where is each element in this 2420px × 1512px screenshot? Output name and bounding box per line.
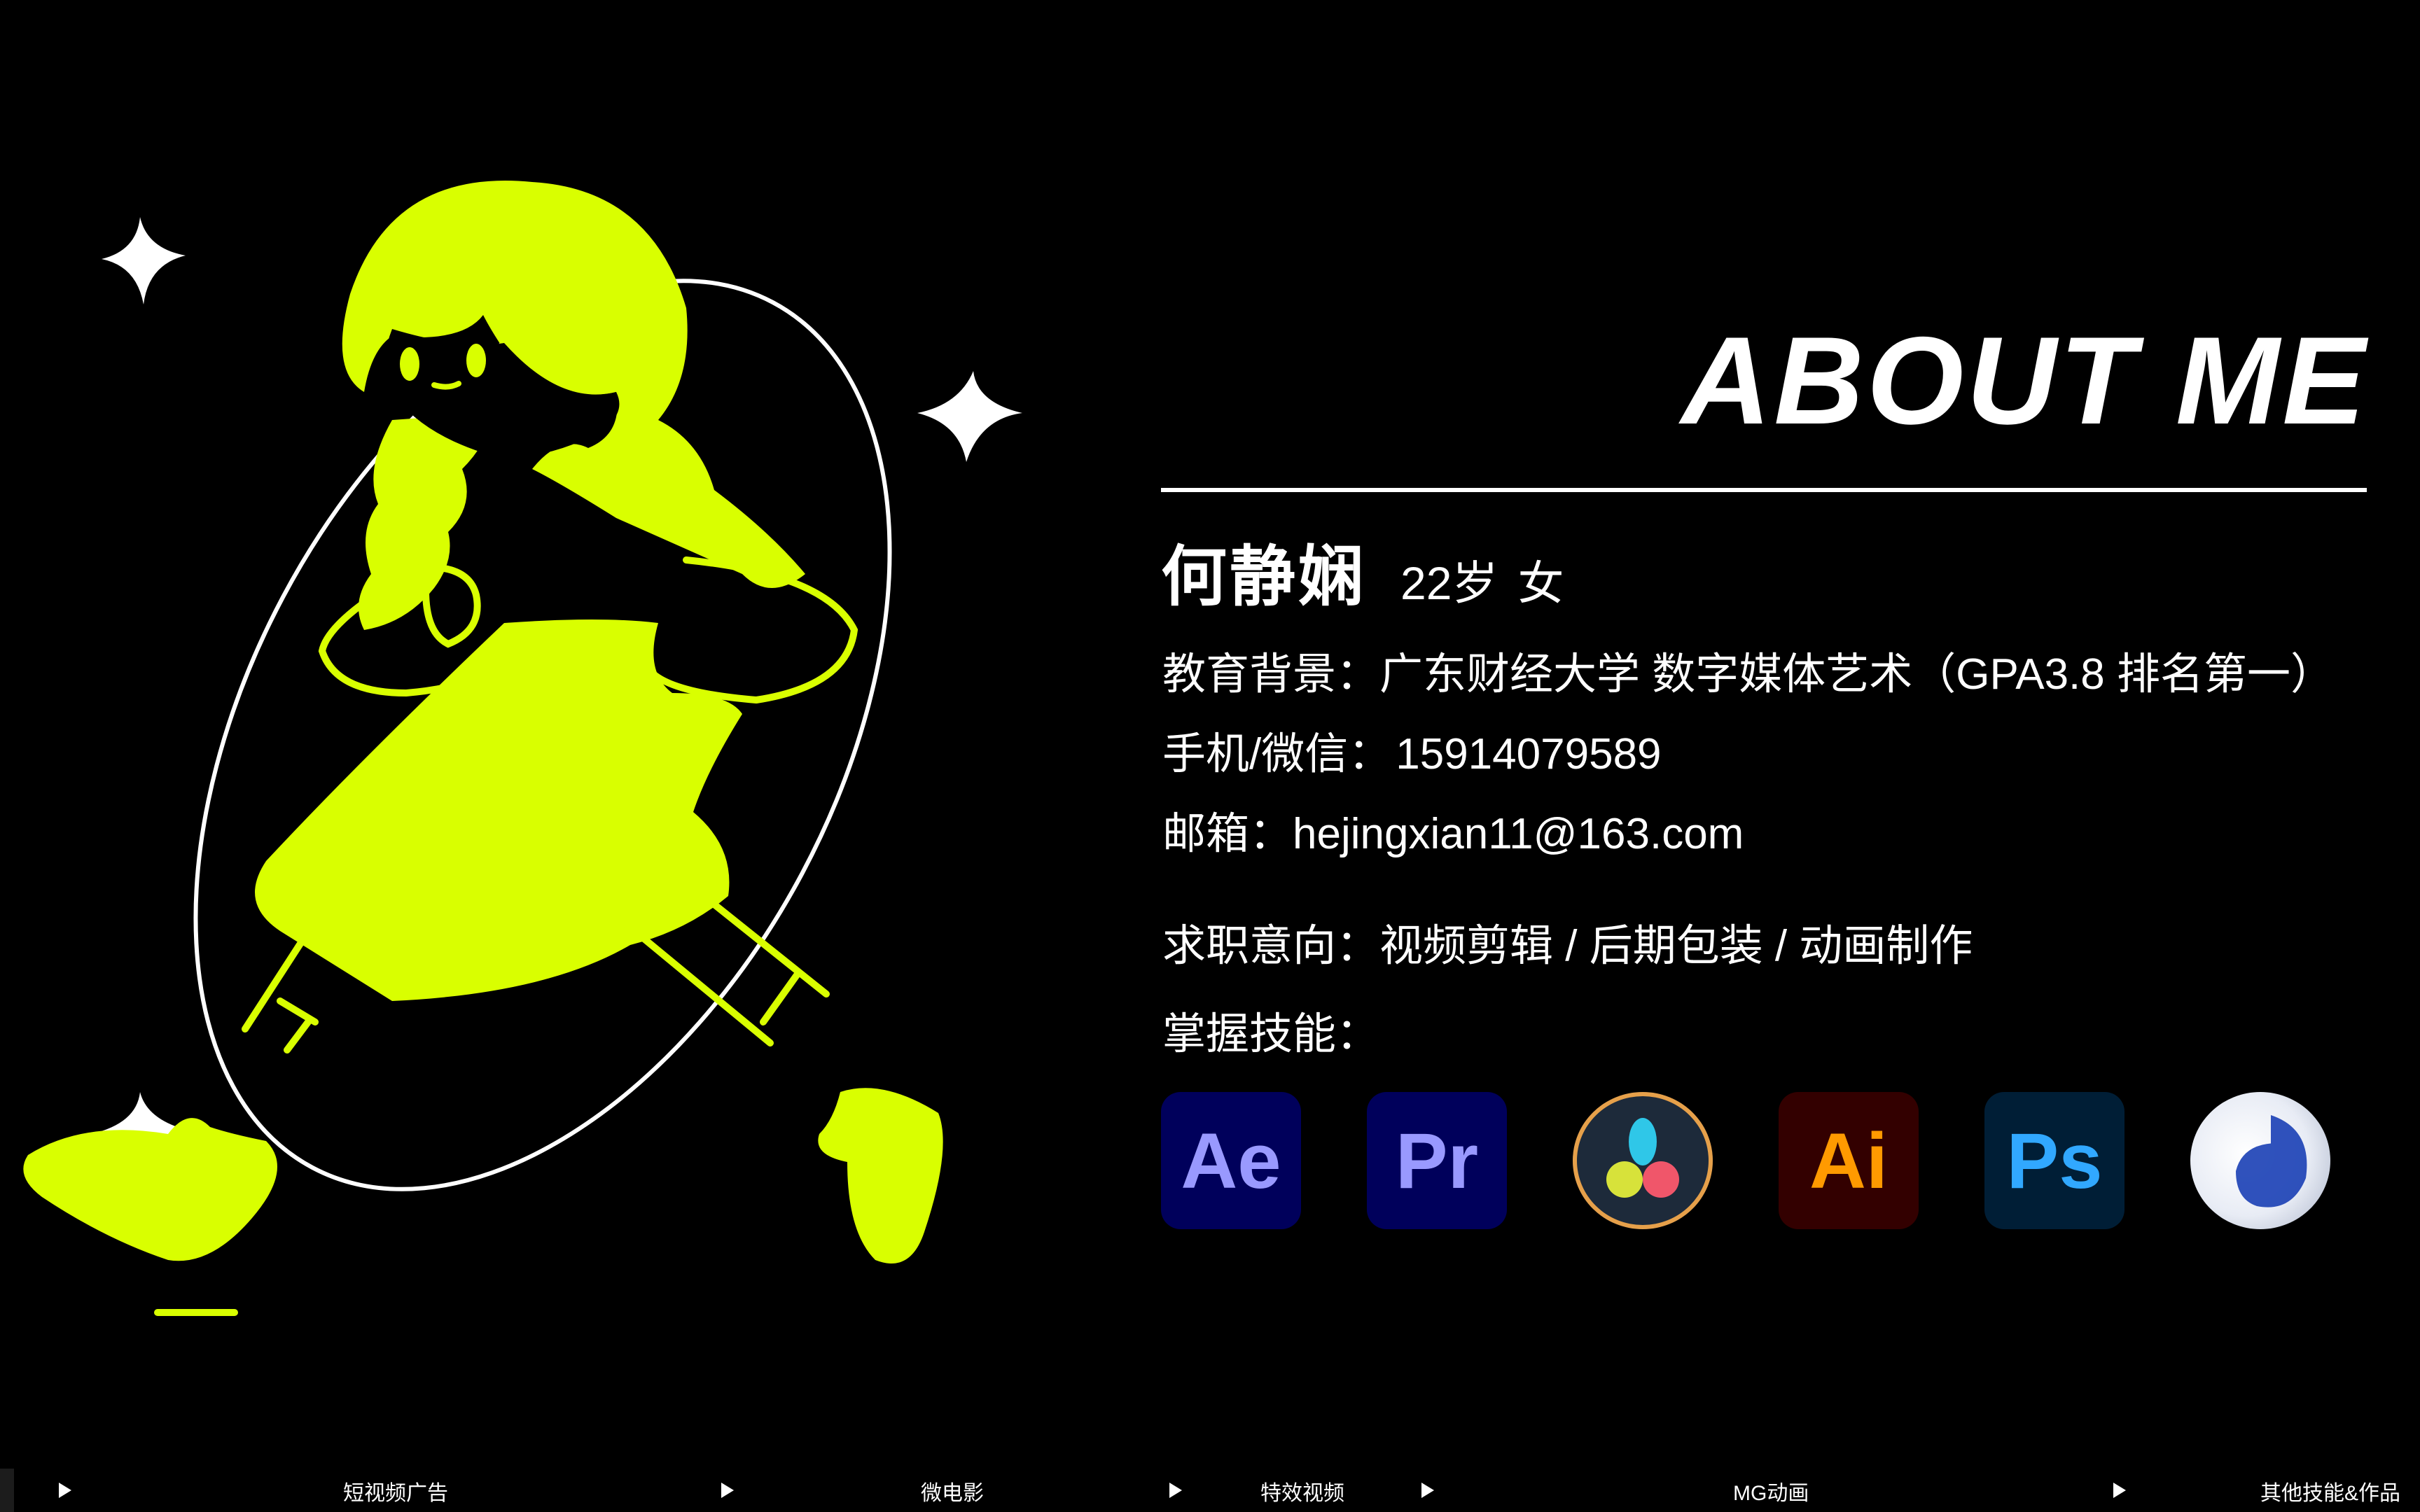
nav-item-mg-animation[interactable]: MG动画 xyxy=(1733,1476,1809,1506)
bottom-nav: 短视频广告 微电影 特效视频 MG动画 其他技能&作品 xyxy=(0,1463,2420,1512)
illustrator-icon: Ai xyxy=(1779,1092,1919,1229)
play-icon[interactable] xyxy=(2113,1483,2126,1498)
photoshop-icon: Ps xyxy=(1984,1092,2125,1229)
email-line: 邮箱：hejingxian11@163.com xyxy=(1162,798,1744,861)
education-label: 教育背景： xyxy=(1162,650,1380,699)
play-icon[interactable] xyxy=(59,1483,71,1498)
skills-list: Ae Pr Ai Ps xyxy=(1161,1092,2330,1229)
page-title: ABOUT ME xyxy=(1681,311,2368,450)
phone-value: 15914079589 xyxy=(1396,730,1662,778)
cinema-4d-icon xyxy=(2190,1092,2330,1229)
davinci-resolve-icon xyxy=(1573,1092,1713,1229)
nav-item-micro-film[interactable]: 微电影 xyxy=(921,1476,984,1506)
nav-item-short-video-ads[interactable]: 短视频广告 xyxy=(343,1476,448,1506)
nav-item-other-skills[interactable]: 其他技能&作品 xyxy=(2260,1476,2400,1506)
objective-value: 视频剪辑 / 后期包装 / 动画制作 xyxy=(1379,922,1973,970)
premiere-pro-icon: Pr xyxy=(1367,1092,1507,1229)
objective-label: 求职意向： xyxy=(1162,922,1380,970)
education-value: 广东财经大学 数字媒体艺术（GPA3.8 排名第一） xyxy=(1379,650,2334,699)
name-row: 何静娴 22岁 女 xyxy=(1161,524,1564,619)
after-effects-icon: Ae xyxy=(1161,1092,1301,1229)
person-age: 22岁 xyxy=(1400,557,1498,609)
person-name: 何静娴 xyxy=(1161,540,1368,613)
objective-line: 求职意向：视频剪辑 / 后期包装 / 动画制作 xyxy=(1162,910,1973,973)
play-icon[interactable] xyxy=(1421,1483,1434,1498)
skills-heading: 掌握技能： xyxy=(1162,1010,1380,1058)
play-icon[interactable] xyxy=(1169,1483,1182,1498)
email-value[interactable]: hejingxian11@163.com xyxy=(1293,810,1744,858)
education-line: 教育背景：广东财经大学 数字媒体艺术（GPA3.8 排名第一） xyxy=(1162,638,2334,701)
character-illustration xyxy=(23,181,1022,1316)
person-gender: 女 xyxy=(1517,557,1564,609)
phone-line: 手机/微信：15914079589 xyxy=(1162,718,1662,781)
title-divider xyxy=(1161,488,2367,492)
phone-label: 手机/微信： xyxy=(1162,730,1392,778)
play-icon[interactable] xyxy=(721,1483,734,1498)
nav-item-vfx-video[interactable]: 特效视频 xyxy=(1260,1476,1344,1506)
email-label: 邮箱： xyxy=(1162,810,1293,858)
